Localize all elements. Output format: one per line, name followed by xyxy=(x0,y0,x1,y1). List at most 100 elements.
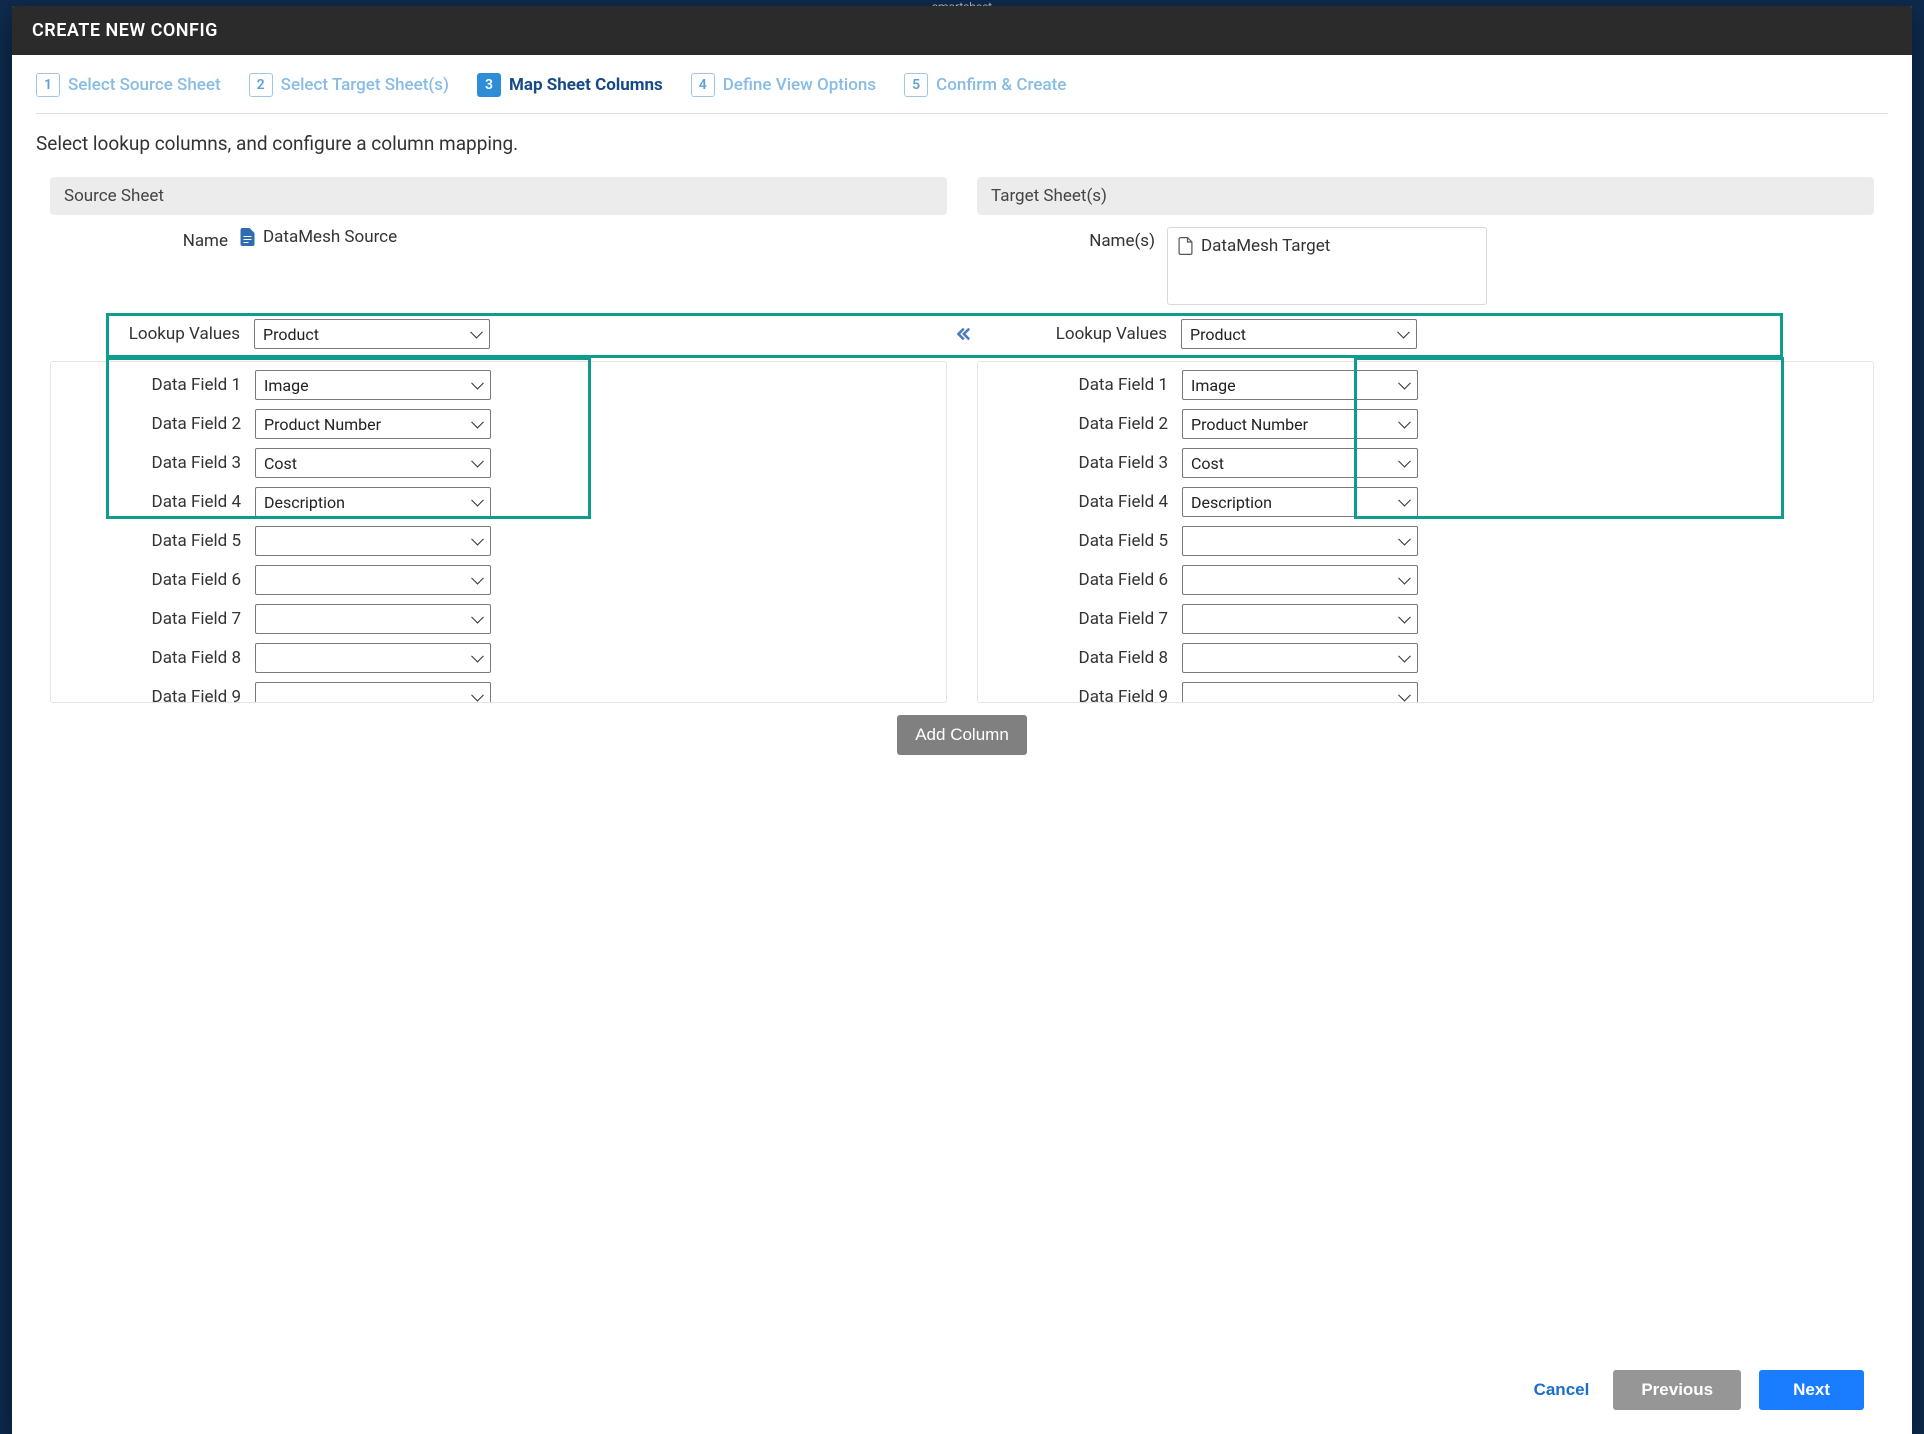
target-field-select-2[interactable]: Product Number xyxy=(1182,409,1418,439)
field-value: Image xyxy=(264,376,309,395)
source-field-select-6[interactable] xyxy=(255,565,491,595)
source-field-row-2: Data Field 2 Product Number xyxy=(65,409,932,439)
step-number: 5 xyxy=(904,73,928,97)
field-label: Data Field 2 xyxy=(992,414,1182,434)
step-5[interactable]: 5 Confirm & Create xyxy=(904,73,1066,97)
target-sheet-name-text: DataMesh Target xyxy=(1201,236,1330,256)
field-value: Cost xyxy=(264,454,297,473)
target-fields-panel[interactable]: Data Field 1Image Data Field 2 Product Num… xyxy=(977,361,1874,703)
field-label: Data Field 4 xyxy=(992,492,1182,512)
source-lookup-value: Product xyxy=(263,325,319,344)
previous-button[interactable]: Previous xyxy=(1613,1370,1741,1410)
field-value: Product Number xyxy=(264,415,381,434)
source-field-select-4[interactable]: Description xyxy=(255,487,491,517)
field-label: Data Field 9 xyxy=(65,687,255,703)
step-label: Select Target Sheet(s) xyxy=(281,75,449,95)
field-label: Data Field 7 xyxy=(65,609,255,629)
target-field-select-1[interactable]: Image xyxy=(1182,370,1418,400)
step-number: 3 xyxy=(477,73,501,97)
field-label: Data Field 6 xyxy=(65,570,255,590)
next-button[interactable]: Next xyxy=(1759,1370,1864,1410)
step-number: 4 xyxy=(691,73,715,97)
field-label: Data Field 7 xyxy=(992,609,1182,629)
source-field-select-9[interactable] xyxy=(255,682,491,703)
step-label: Define View Options xyxy=(723,75,876,95)
target-panel-header: Target Sheet(s) xyxy=(977,177,1874,215)
source-lookup-select[interactable]: Product xyxy=(254,319,490,349)
target-field-row-8: Data Field 8 xyxy=(992,643,1859,673)
source-field-row-1: Data Field 1 Image xyxy=(65,370,932,400)
source-field-row-5: Data Field 5 xyxy=(65,526,932,556)
field-label: Data Field 2 xyxy=(65,414,255,434)
source-field-row-9: Data Field 9 xyxy=(65,682,932,703)
field-label: Data Field 8 xyxy=(992,648,1182,668)
field-value: Description xyxy=(1191,493,1272,512)
target-field-select-7[interactable] xyxy=(1182,604,1418,634)
source-field-select-8[interactable] xyxy=(255,643,491,673)
target-field-select-3[interactable]: Cost xyxy=(1182,448,1418,478)
target-field-select-6[interactable] xyxy=(1182,565,1418,595)
target-field-select-9[interactable] xyxy=(1182,682,1418,703)
source-field-row-8: Data Field 8 xyxy=(65,643,932,673)
field-label: Data Field 1 xyxy=(65,375,255,395)
target-field-row-1: Data Field 1Image xyxy=(992,370,1859,400)
target-field-select-5[interactable] xyxy=(1182,526,1418,556)
step-3[interactable]: 3 Map Sheet Columns xyxy=(477,73,663,97)
source-field-select-7[interactable] xyxy=(255,604,491,634)
field-label: Data Field 3 xyxy=(992,453,1182,473)
step-label: Select Source Sheet xyxy=(68,75,221,95)
target-field-row-2: Data Field 2 Product Number xyxy=(992,409,1859,439)
source-field-select-2[interactable]: Product Number xyxy=(255,409,491,439)
add-column-button[interactable]: Add Column xyxy=(897,715,1027,755)
source-field-row-4: Data Field 4 Description xyxy=(65,487,932,517)
source-sheet-name: DataMesh Source xyxy=(240,227,397,247)
target-lookup-select[interactable]: Product xyxy=(1181,319,1417,349)
target-field-row-4: Data Field 4 Description xyxy=(992,487,1859,517)
source-name-label: Name xyxy=(50,227,240,251)
source-field-select-3[interactable]: Cost xyxy=(255,448,491,478)
target-lookup-value: Product xyxy=(1190,325,1246,344)
target-lookup-label: Lookup Values xyxy=(977,324,1181,344)
sheet-icon xyxy=(240,228,255,246)
instruction-text: Select lookup columns, and configure a c… xyxy=(36,114,1888,177)
target-field-row-6: Data Field 6 xyxy=(992,565,1859,595)
target-field-row-5: Data Field 5 xyxy=(992,526,1859,556)
step-1[interactable]: 1 Select Source Sheet xyxy=(36,73,221,97)
step-label: Map Sheet Columns xyxy=(509,75,663,95)
source-sheet-name-text: DataMesh Source xyxy=(263,227,397,247)
target-field-select-8[interactable] xyxy=(1182,643,1418,673)
source-field-row-6: Data Field 6 xyxy=(65,565,932,595)
source-fields-panel[interactable]: Data Field 1 Image Data Field 2 Product Num… xyxy=(50,361,947,703)
step-label: Confirm & Create xyxy=(936,75,1066,95)
target-field-select-4[interactable]: Description xyxy=(1182,487,1418,517)
field-value: Image xyxy=(1191,376,1236,395)
field-label: Data Field 4 xyxy=(65,492,255,512)
target-field-row-7: Data Field 7 xyxy=(992,604,1859,634)
source-field-select-5[interactable] xyxy=(255,526,491,556)
modal-title: CREATE NEW CONFIG xyxy=(12,6,1912,55)
field-label: Data Field 3 xyxy=(65,453,255,473)
target-names-box[interactable]: DataMesh Target xyxy=(1167,227,1487,305)
step-number: 2 xyxy=(249,73,273,97)
step-2[interactable]: 2 Select Target Sheet(s) xyxy=(249,73,449,97)
stepper: 1 Select Source Sheet 2 Select Target Sheet… xyxy=(36,73,1888,114)
cancel-button[interactable]: Cancel xyxy=(1528,1370,1596,1410)
field-label: Data Field 5 xyxy=(65,531,255,551)
sheet-outline-icon xyxy=(1178,237,1193,255)
target-name-label: Name(s) xyxy=(977,227,1167,251)
field-label: Data Field 5 xyxy=(992,531,1182,551)
field-value: Product Number xyxy=(1191,415,1308,434)
chevrons-left-icon xyxy=(953,325,971,343)
step-4[interactable]: 4 Define View Options xyxy=(691,73,876,97)
source-panel-header: Source Sheet xyxy=(50,177,947,215)
target-field-row-9: Data Field 9 xyxy=(992,682,1859,703)
field-value: Description xyxy=(264,493,345,512)
field-label: Data Field 8 xyxy=(65,648,255,668)
source-field-row-3: Data Field 3 Cost xyxy=(65,448,932,478)
source-field-select-1[interactable]: Image xyxy=(255,370,491,400)
source-lookup-label: Lookup Values xyxy=(50,324,254,344)
modal-create-config: CREATE NEW CONFIG 1Select Source Sheet2S… xyxy=(12,6,1912,1434)
step-number: 1 xyxy=(36,73,60,97)
field-value: Cost xyxy=(1191,454,1224,473)
target-field-row-3: Data Field 3 Cost xyxy=(992,448,1859,478)
